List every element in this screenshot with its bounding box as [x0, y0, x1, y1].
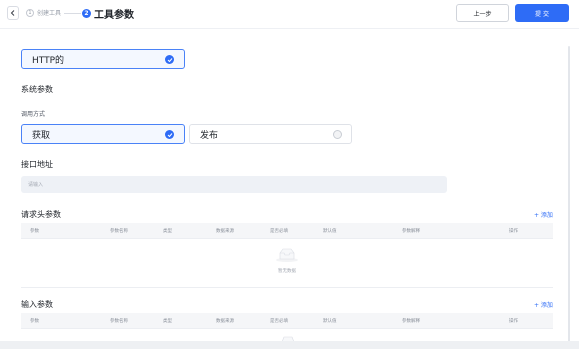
column-header: 参数解释: [402, 319, 420, 324]
input-params-table-header: 参数 参数名称 类型 数据来源 是否必填 默认值 参数解释 操作: [21, 313, 553, 329]
step1-number: 1: [26, 8, 34, 17]
column-header: 类型: [163, 319, 172, 324]
system-params-title: 系统参数: [21, 85, 53, 94]
step-connector: [64, 13, 81, 14]
input-params-title: 输入参数: [21, 300, 53, 309]
step2-number: 2: [82, 9, 91, 18]
previous-step-button[interactable]: 上一步: [456, 4, 509, 22]
column-header: 参数名称: [110, 319, 128, 324]
column-header: 参数: [30, 229, 39, 234]
column-header: 是否必填: [270, 229, 288, 234]
column-header: 参数名称: [110, 229, 128, 234]
column-header: 操作: [509, 229, 518, 234]
column-header: 默认值: [323, 229, 337, 234]
column-header: 默认值: [323, 319, 337, 324]
empty-state-text: 暂无数据: [278, 269, 296, 274]
column-header: 数据来源: [216, 319, 234, 324]
empty-box-icon: [276, 248, 298, 262]
method-option-get[interactable]: 获取: [21, 124, 185, 144]
column-header: 操作: [509, 319, 518, 324]
endpoint-label: 接口地址: [21, 160, 53, 169]
submit-button[interactable]: 提 交: [515, 4, 569, 22]
request-headers-title: 请求头参数: [21, 210, 61, 219]
check-circle-icon: [165, 130, 174, 139]
endpoint-input[interactable]: 请输入: [21, 176, 447, 193]
add-request-header-button[interactable]: + 添加: [534, 210, 553, 219]
method-option-label: 获取: [32, 130, 51, 141]
add-input-param-button[interactable]: + 添加: [534, 300, 553, 309]
step1-label: 创建工具: [37, 10, 62, 17]
step-tool-params: 2 工具参数: [82, 6, 134, 21]
request-headers-table-body: 暂无数据: [21, 239, 553, 288]
protocol-option-http[interactable]: HTTP的: [21, 49, 185, 69]
radio-empty-icon: [333, 130, 342, 139]
column-header: 类型: [163, 229, 172, 234]
column-header: 参数解释: [402, 229, 420, 234]
bottom-strip: [0, 341, 579, 349]
chevron-left-icon: [10, 10, 15, 16]
method-option-post[interactable]: 发布: [189, 124, 352, 144]
call-method-label: 调用方式: [21, 111, 46, 118]
column-header: 数据来源: [216, 229, 234, 234]
check-circle-icon: [165, 55, 174, 64]
step-create-tool: 1 创建工具: [26, 8, 61, 17]
protocol-option-label: HTTP的: [32, 55, 65, 66]
top-bar: 1 创建工具 2 工具参数 上一步 提 交: [0, 0, 579, 29]
back-button[interactable]: [7, 6, 19, 20]
column-header: 是否必填: [270, 319, 288, 324]
method-option-label: 发布: [200, 130, 219, 141]
column-header: 参数: [30, 319, 39, 324]
page-title: 工具参数: [94, 10, 134, 21]
vertical-scrollbar[interactable]: [568, 46, 570, 344]
request-headers-table-header: 参数 参数名称 类型 数据来源 是否必填 默认值 参数解释 操作: [21, 223, 553, 239]
endpoint-placeholder: 请输入: [28, 182, 44, 188]
